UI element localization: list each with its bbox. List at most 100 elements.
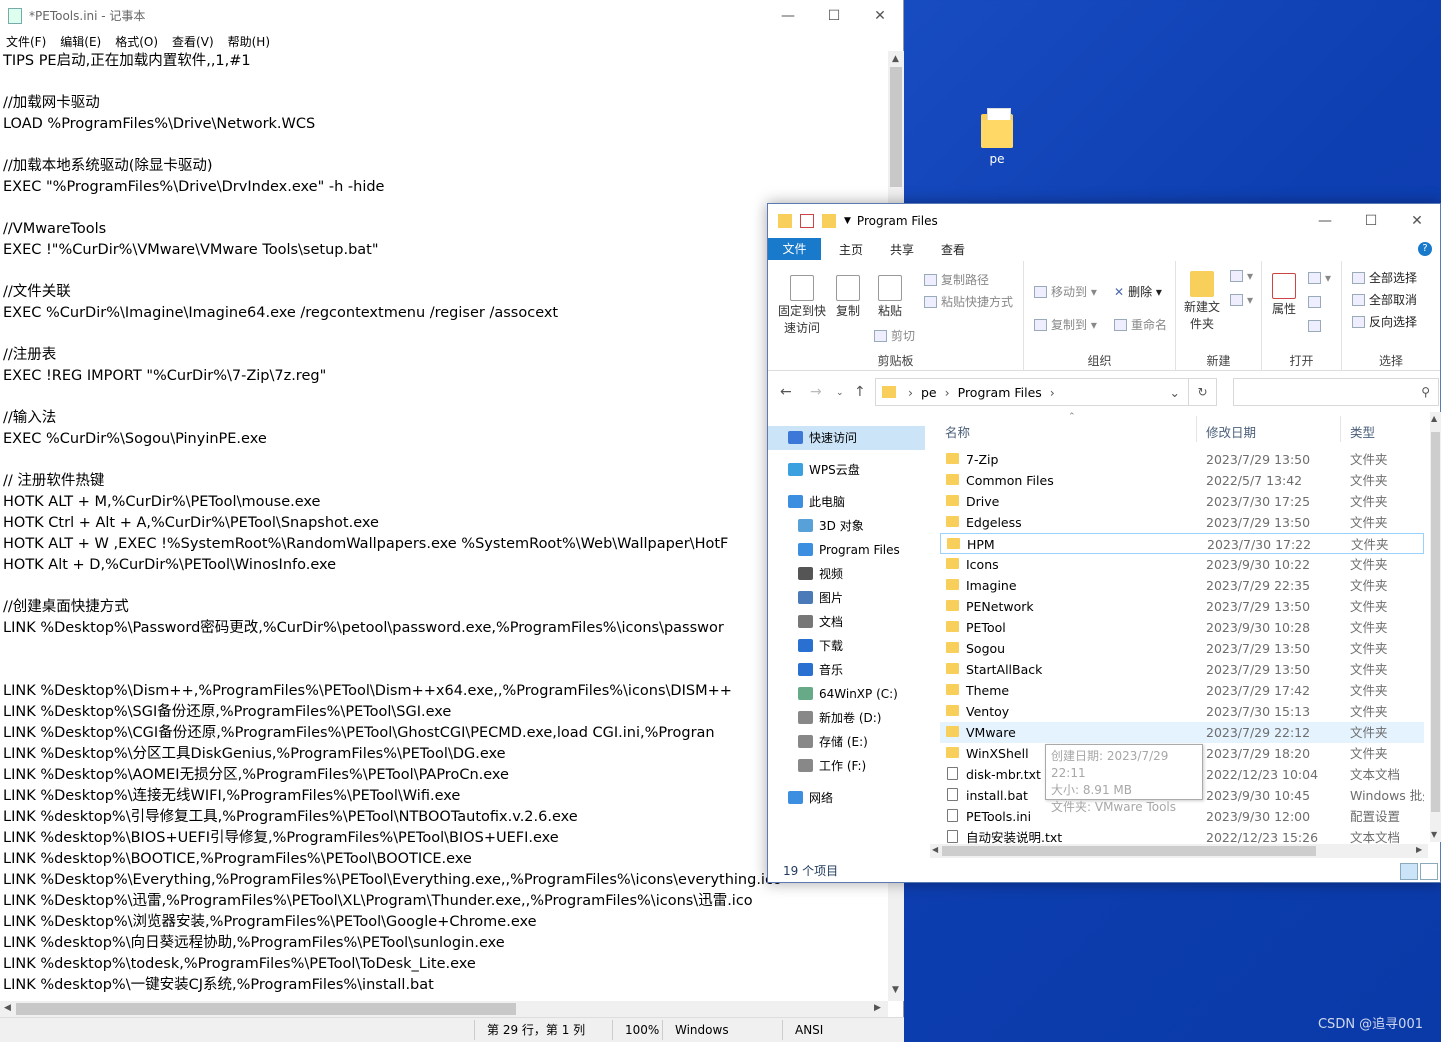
nav-item[interactable]: 此电脑 — [768, 490, 845, 514]
copy-path-button[interactable]: 复制路径 — [924, 271, 989, 288]
paste-shortcut-button[interactable]: 粘贴快捷方式 — [924, 293, 1013, 310]
scroll-right-icon[interactable]: ▶ — [1416, 845, 1422, 854]
scroll-thumb[interactable] — [1431, 432, 1440, 812]
chevron-down-icon[interactable]: ▼ — [844, 216, 851, 226]
recent-locations-icon[interactable]: ⌄ — [836, 388, 844, 398]
minimize-button[interactable]: — — [1302, 206, 1348, 237]
notepad-text-area[interactable]: TIPS PE启动,正在加载内置软件,,1,#1 //加载网卡驱动 LOAD %Pr… — [0, 51, 888, 1001]
table-row[interactable]: VMware 2023/7/29 22:12 文件夹 — [940, 722, 1424, 743]
select-all-button[interactable]: 全部选择 — [1352, 269, 1417, 286]
table-row[interactable]: Theme 2023/7/29 17:42 文件夹 — [940, 680, 1424, 701]
menu-view[interactable]: 查看(V) — [172, 33, 214, 50]
table-row[interactable]: PENetwork 2023/7/29 13:50 文件夹 — [940, 596, 1424, 617]
history-button[interactable] — [1308, 319, 1325, 333]
address-bar[interactable]: › pe › Program Files › ⌄ — [875, 378, 1189, 406]
table-row[interactable]: Edgeless 2023/7/29 13:50 文件夹 — [940, 512, 1424, 533]
paste-button[interactable]: 粘贴 — [874, 275, 906, 320]
nav-item[interactable]: 图片 — [768, 586, 843, 610]
details-view-icon[interactable] — [1400, 863, 1418, 880]
pin-quick-access-button[interactable]: 固定到快速访问 — [774, 275, 830, 337]
nav-item[interactable]: 网络 — [768, 786, 833, 810]
table-row[interactable]: Imagine 2023/7/29 22:35 文件夹 — [940, 575, 1424, 596]
search-input[interactable]: ⚲ — [1233, 378, 1439, 406]
scroll-thumb[interactable] — [942, 846, 1316, 856]
nav-item[interactable]: 3D 对象 — [768, 514, 864, 538]
rename-button[interactable]: 重命名 — [1114, 316, 1167, 333]
nav-item[interactable]: 视频 — [768, 562, 843, 586]
move-to-button[interactable]: 移动到 ▾ — [1034, 283, 1097, 300]
large-icons-view-icon[interactable] — [1420, 863, 1438, 880]
explorer-titlebar[interactable]: ▼ Program Files — ☐ ✕ — [768, 204, 1440, 238]
scroll-left-icon[interactable]: ◀ — [4, 1003, 11, 1013]
up-icon[interactable]: ↑ — [854, 384, 866, 400]
table-row[interactable]: Ventoy 2023/7/30 15:13 文件夹 — [940, 701, 1424, 722]
nav-item[interactable]: 音乐 — [768, 658, 843, 682]
nav-item[interactable]: 存储 (E:) — [768, 730, 868, 754]
forward-icon[interactable]: → — [810, 384, 822, 400]
tab-view[interactable]: 查看 — [941, 241, 965, 258]
nav-item[interactable]: 下载 — [768, 634, 843, 658]
table-row[interactable]: 7-Zip 2023/7/29 13:50 文件夹 — [940, 449, 1424, 470]
table-row[interactable]: Drive 2023/7/30 17:25 文件夹 — [940, 491, 1424, 512]
notepad-titlebar[interactable]: *PETools.ini - 记事本 — ☐ ✕ — [0, 0, 903, 31]
edit-button[interactable] — [1308, 295, 1325, 309]
table-row[interactable]: StartAllBack 2023/7/29 13:50 文件夹 — [940, 659, 1424, 680]
table-row[interactable]: HPM 2023/7/30 17:22 文件夹 — [940, 533, 1424, 554]
easy-access-button[interactable]: ▾ — [1230, 293, 1253, 307]
table-row[interactable]: Common Files 2022/5/7 13:42 文件夹 — [940, 470, 1424, 491]
tab-file[interactable]: 文件 — [768, 238, 821, 260]
properties-quick-icon[interactable] — [800, 214, 814, 228]
breadcrumb-pe[interactable]: pe — [921, 385, 937, 400]
invert-selection-button[interactable]: 反向选择 — [1352, 313, 1417, 330]
file-list-vertical-scrollbar[interactable]: ▲ ▼ — [1430, 412, 1441, 842]
nav-item[interactable]: Program Files — [768, 538, 900, 562]
file-list-horizontal-scrollbar[interactable]: ◀ ▶ — [930, 844, 1428, 858]
nav-item[interactable]: 文档 — [768, 610, 843, 634]
scroll-up-icon[interactable]: ▲ — [892, 54, 899, 64]
copy-to-button[interactable]: 复制到 ▾ — [1034, 316, 1097, 333]
nav-item[interactable]: WPS云盘 — [768, 458, 860, 482]
help-icon[interactable]: ? — [1418, 242, 1432, 256]
back-icon[interactable]: ← — [780, 384, 792, 400]
properties-button[interactable]: 属性 — [1266, 273, 1302, 318]
menu-format[interactable]: 格式(O) — [115, 33, 158, 50]
tab-share[interactable]: 共享 — [890, 241, 914, 258]
new-item-button[interactable]: ▾ — [1230, 269, 1253, 283]
nav-item[interactable]: 新加卷 (D:) — [768, 706, 881, 730]
delete-button[interactable]: ✕ 删除 ▾ — [1114, 283, 1162, 300]
desktop-folder-pe[interactable]: pe — [968, 108, 1026, 166]
cut-button[interactable]: 剪切 — [874, 327, 915, 344]
column-name[interactable]: 名称 — [945, 422, 970, 441]
menu-edit[interactable]: 编辑(E) — [60, 33, 101, 50]
table-row[interactable]: Sogou 2023/7/29 13:50 文件夹 — [940, 638, 1424, 659]
nav-item[interactable]: 工作 (F:) — [768, 754, 866, 778]
notepad-horizontal-scrollbar[interactable]: ◀ ▶ — [0, 1001, 888, 1017]
column-date[interactable]: 修改日期 — [1206, 422, 1256, 441]
scroll-thumb[interactable] — [16, 1003, 516, 1015]
table-row[interactable]: Icons 2023/9/30 10:22 文件夹 — [940, 554, 1424, 575]
nav-item[interactable]: 快速访问 — [768, 426, 925, 450]
chevron-down-icon[interactable]: ⌄ — [1170, 385, 1180, 400]
new-folder-button[interactable]: 新建文件夹 — [1180, 271, 1224, 333]
menu-help[interactable]: 帮助(H) — [228, 33, 270, 50]
maximize-button[interactable]: ☐ — [1348, 206, 1394, 237]
breadcrumb-program-files[interactable]: Program Files — [958, 385, 1042, 400]
select-none-button[interactable]: 全部取消 — [1352, 291, 1417, 308]
table-row[interactable]: PETool 2023/9/30 10:28 文件夹 — [940, 617, 1424, 638]
copy-button[interactable]: 复制 — [832, 275, 864, 320]
menu-file[interactable]: 文件(F) — [6, 33, 46, 50]
scroll-down-icon[interactable]: ▼ — [1431, 830, 1437, 839]
scroll-up-icon[interactable]: ▲ — [1431, 414, 1437, 423]
scroll-left-icon[interactable]: ◀ — [932, 845, 938, 854]
nav-item[interactable]: 64WinXP (C:) — [768, 682, 898, 706]
scroll-thumb[interactable] — [890, 67, 902, 187]
refresh-button[interactable]: ↻ — [1189, 378, 1217, 406]
new-folder-quick-icon[interactable] — [822, 214, 836, 228]
open-button[interactable]: ▾ — [1308, 271, 1331, 285]
close-button[interactable]: ✕ — [857, 0, 903, 31]
tab-home[interactable]: 主页 — [839, 241, 863, 258]
close-button[interactable]: ✕ — [1394, 206, 1440, 237]
minimize-button[interactable]: — — [765, 0, 811, 31]
scroll-right-icon[interactable]: ▶ — [874, 1003, 881, 1013]
scroll-down-icon[interactable]: ▼ — [892, 985, 899, 995]
